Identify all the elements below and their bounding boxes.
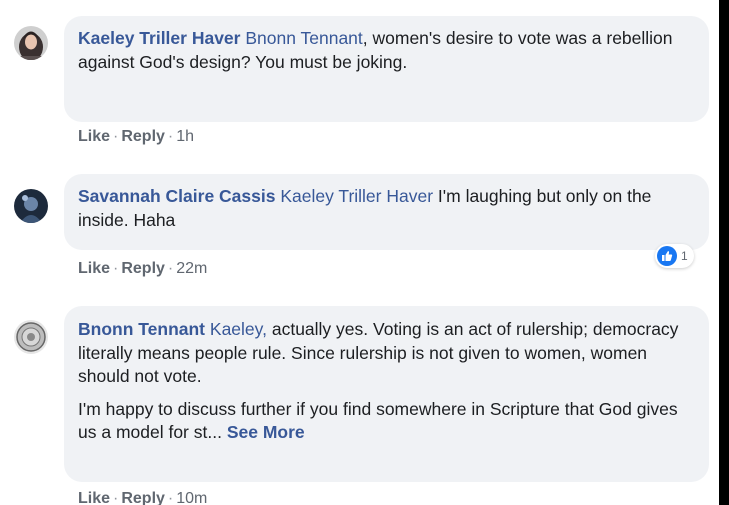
profile-photo-icon: [14, 320, 48, 354]
comment-author[interactable]: Savannah Claire Cassis: [78, 186, 275, 206]
profile-photo-icon: [14, 189, 48, 223]
comment-mention[interactable]: Bnonn Tennant: [245, 28, 362, 48]
comment-timestamp[interactable]: 22m: [176, 260, 207, 277]
comment-text-continued: I'm happy to discuss further if you find…: [78, 398, 678, 443]
profile-photo-icon: [14, 26, 48, 60]
comment-author[interactable]: Kaeley Triller Haver: [78, 28, 240, 48]
comment-actions: Like · Reply · 10m: [78, 490, 208, 505]
comment-timestamp[interactable]: 1h: [176, 128, 194, 145]
comment-mention[interactable]: Kaeley,: [210, 319, 267, 339]
comment-author[interactable]: Bnonn Tennant: [78, 319, 205, 339]
like-button[interactable]: Like: [78, 128, 110, 145]
like-button[interactable]: Like: [78, 260, 110, 277]
thumbs-up-icon: [657, 246, 677, 266]
reaction-count: 1: [681, 249, 688, 263]
reply-button[interactable]: Reply: [121, 490, 165, 505]
comment-bubble: Bnonn Tennant Kaeley, actually yes. Voti…: [64, 306, 709, 482]
comment-actions: Like · Reply · 22m: [78, 260, 208, 277]
comment-paragraph: Bnonn Tennant Kaeley, actually yes. Voti…: [78, 318, 693, 389]
avatar[interactable]: [14, 320, 48, 354]
avatar[interactable]: [14, 189, 48, 223]
reaction-counter[interactable]: 1: [655, 244, 694, 268]
reply-button[interactable]: Reply: [121, 260, 165, 277]
comment-bubble: Savannah Claire Cassis Kaeley Triller Ha…: [64, 174, 709, 250]
comment-actions: Like · Reply · 1h: [78, 128, 195, 145]
reply-button[interactable]: Reply: [121, 128, 165, 145]
comments-panel: Kaeley Triller Haver Bnonn Tennant, wome…: [0, 0, 719, 505]
comment-timestamp[interactable]: 10m: [176, 490, 207, 505]
comment-paragraph: I'm happy to discuss further if you find…: [78, 398, 693, 445]
see-more-link[interactable]: See More: [227, 422, 305, 442]
like-button[interactable]: Like: [78, 490, 110, 505]
comment-bubble: Kaeley Triller Haver Bnonn Tennant, wome…: [64, 16, 709, 122]
comment-mention[interactable]: Kaeley Triller Haver: [280, 186, 433, 206]
avatar[interactable]: [14, 26, 48, 60]
